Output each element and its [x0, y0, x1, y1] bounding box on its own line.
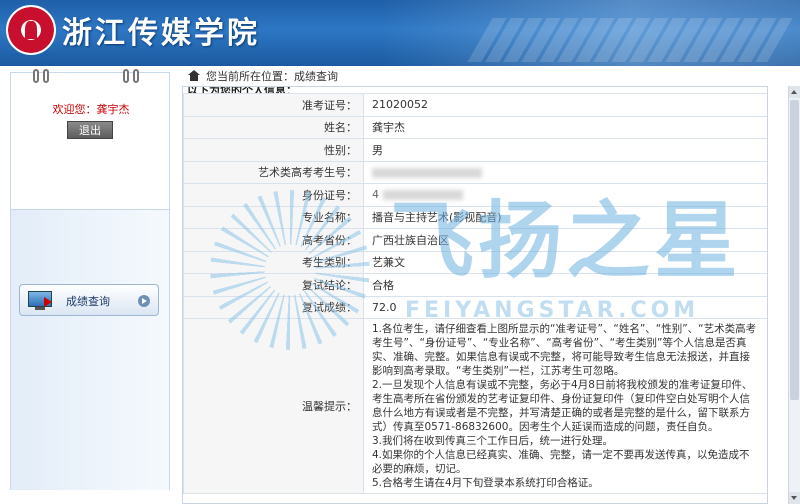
row-label: 身份证号： — [183, 183, 364, 207]
tip-line: 3.我们将在收到传真三个工作日后，统一进行处理。 — [372, 435, 614, 447]
tip-line: 4.如果你的个人信息已经真实、准确、完整，请一定不要再发送传真，以免造成不必要的… — [372, 449, 750, 475]
scroll-up-icon[interactable] — [789, 86, 800, 98]
site-header: 浙江传媒学院 — [0, 0, 800, 66]
binder-ring-icon — [123, 69, 145, 85]
row-value: 播音与主持艺术(影视配音) — [363, 205, 767, 229]
table-row: 身份证号： 4 — [183, 183, 767, 207]
row-label: 考生类别： — [183, 250, 364, 274]
table-row: 艺术类高考考生号： — [183, 160, 767, 184]
table-row: 姓名： 龚宇杰 — [183, 115, 767, 139]
breadcrumb-text: 您当前所在位置：成绩查询 — [206, 70, 338, 83]
play-arrow-icon — [138, 295, 150, 307]
row-value: 艺兼文 — [363, 250, 767, 274]
welcome-text: 欢迎您：龚宇杰 — [52, 103, 130, 116]
school-name: 浙江传媒学院 — [62, 16, 260, 51]
row-label: 准考证号： — [183, 93, 364, 117]
row-label: 高考省份： — [183, 228, 364, 252]
binder-ring-icon — [33, 69, 55, 85]
nav-item-score-query[interactable]: 成绩查询 — [19, 284, 159, 316]
school-logo-icon — [6, 5, 56, 55]
table-row: 专业名称： 播音与主持艺术(影视配音) — [183, 205, 767, 229]
row-value: 龚宇杰 — [363, 115, 767, 139]
info-panel: 以下为您的个人信息： 准考证号： 21020052 姓名： 龚宇杰 性别： 男 … — [182, 86, 768, 504]
table-row-tips: 温馨提示： 1.各位考生，请仔细查看上图所显示的“准考证号”、“姓名”、“性别”… — [183, 318, 767, 494]
tip-line: 2.一旦发现个人信息有误或不完整，务必于4月8日前将我校颁发的准考证复印件、考生… — [372, 379, 753, 433]
scroll-thumb[interactable] — [790, 100, 799, 400]
logout-button[interactable]: 退出 — [67, 121, 113, 139]
breadcrumb: 您当前所在位置：成绩查询 — [182, 68, 778, 86]
user-panel: 欢迎您：龚宇杰 退出 — [10, 69, 170, 210]
table-row: 准考证号： 21020052 — [183, 93, 767, 117]
table-row: 性别： 男 — [183, 138, 767, 162]
row-label: 艺术类高考考生号： — [183, 160, 364, 184]
row-label: 复试结论： — [183, 273, 364, 297]
row-value: 广西壮族自治区 — [363, 228, 767, 252]
nav-item-label: 成绩查询 — [66, 295, 110, 308]
info-table: 准考证号： 21020052 姓名： 龚宇杰 性别： 男 艺术类高考考生号： 身… — [183, 93, 767, 494]
tip-line: 5.合格考生请在4月下旬登录本系统打印合格证。 — [372, 477, 599, 489]
home-icon — [188, 70, 200, 81]
table-row: 高考省份： 广西壮族自治区 — [183, 228, 767, 252]
vertical-scrollbar[interactable] — [788, 86, 800, 504]
row-label: 专业名称： — [183, 205, 364, 229]
sidebar: 欢迎您：龚宇杰 退出 成绩查询 — [0, 66, 180, 504]
row-label: 姓名： — [183, 115, 364, 139]
row-value-redacted: 4 — [363, 183, 767, 207]
keyboard-decoration — [467, 18, 793, 62]
row-value: 合格 — [363, 273, 767, 297]
row-label: 复试成绩： — [183, 295, 364, 319]
table-row: 复试成绩： 72.0 — [183, 295, 767, 319]
row-value: 21020052 — [363, 93, 767, 117]
tip-line: 1.各位考生，请仔细查看上图所显示的“准考证号”、“姓名”、“性别”、“艺术类高… — [372, 323, 757, 377]
nav-panel: 成绩查询 — [10, 210, 170, 490]
tips-content: 1.各位考生，请仔细查看上图所显示的“准考证号”、“姓名”、“性别”、“艺术类高… — [363, 318, 767, 494]
row-label: 性别： — [183, 138, 364, 162]
scroll-down-icon[interactable] — [789, 492, 800, 504]
main-content: 您当前所在位置：成绩查询 以下为您的个人信息： 准考证号： 21020052 姓… — [182, 66, 778, 504]
tips-label: 温馨提示： — [183, 318, 364, 494]
monitor-icon — [28, 291, 56, 311]
row-value: 72.0 — [363, 295, 767, 319]
row-value-redacted — [363, 160, 767, 184]
row-value: 男 — [363, 138, 767, 162]
table-row: 复试结论： 合格 — [183, 273, 767, 297]
table-row: 考生类别： 艺兼文 — [183, 250, 767, 274]
